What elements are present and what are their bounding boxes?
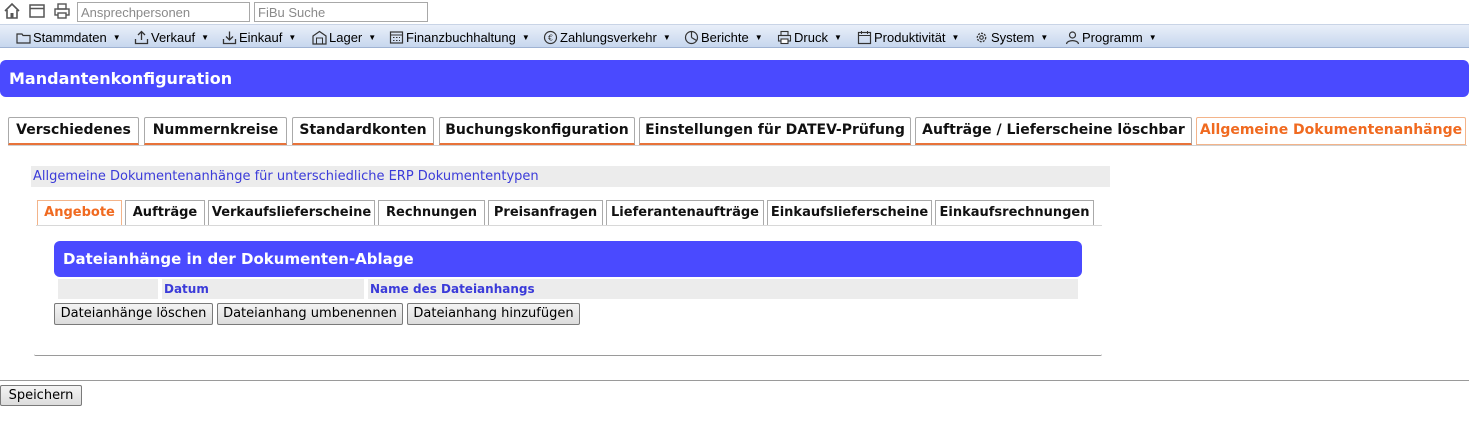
caret-down-icon: ▼ <box>288 32 297 42</box>
subtab-rechnungen[interactable]: Rechnungen <box>378 200 485 226</box>
printer-icon <box>777 30 792 45</box>
panel-bottom-border <box>34 354 1102 356</box>
menu-label: System <box>991 29 1035 45</box>
column-select <box>60 279 158 299</box>
tab-nummernkreise[interactable]: Nummernkreise <box>144 117 287 145</box>
menu-berichte[interactable]: Berichte ▼ <box>684 28 763 46</box>
menu-system[interactable]: System ▼ <box>974 28 1048 46</box>
menu-label: Finanzbuchhaltung <box>406 29 516 45</box>
menu-zahlungsverkehr[interactable]: € Zahlungsverkehr ▼ <box>543 28 671 46</box>
menu-label: Einkauf <box>239 29 283 45</box>
caret-down-icon: ▼ <box>368 32 377 42</box>
panel-title: Allgemeine Dokumentenanhänge für untersc… <box>31 166 1110 187</box>
tab-standardkonten[interactable]: Standardkonten <box>292 117 434 145</box>
menu-label: Programm <box>1082 29 1143 45</box>
save-button[interactable]: Speichern <box>0 385 82 406</box>
caret-down-icon: ▼ <box>833 32 842 42</box>
page-title: Mandantenkonfiguration <box>0 60 1469 97</box>
svg-text:€: € <box>548 33 553 42</box>
subtab-angebote[interactable]: Angebote <box>37 200 122 226</box>
attachments-header: Dateianhänge in der Dokumenten-Ablage <box>54 241 1082 277</box>
user-icon <box>1065 30 1080 45</box>
caret-down-icon: ▼ <box>201 32 210 42</box>
main-menu: Stammdaten ▼ Verkauf ▼ Einkauf ▼ Lager ▼ Fin… <box>0 24 1469 48</box>
menu-label: Produktivität <box>874 29 946 45</box>
attachments-table-header: Datum Name des Dateianhangs <box>58 279 1078 299</box>
download-icon <box>222 30 237 45</box>
menu-druck[interactable]: Druck ▼ <box>777 28 842 46</box>
menu-label: Verkauf <box>151 29 196 45</box>
menu-label: Zahlungsverkehr <box>560 29 657 45</box>
caret-down-icon: ▼ <box>521 32 530 42</box>
upload-icon <box>134 30 149 45</box>
subtab-divider <box>36 225 1102 226</box>
caret-down-icon: ▼ <box>754 32 763 42</box>
top-toolbar <box>0 0 1469 24</box>
menu-label: Berichte <box>701 29 749 45</box>
tab-auftraege-loeschbar[interactable]: Aufträge / Lieferscheine löschbar <box>915 117 1192 145</box>
add-attachment-button[interactable]: Dateianhang hinzufügen <box>407 303 580 325</box>
caret-down-icon: ▼ <box>1040 32 1049 42</box>
menu-programm[interactable]: Programm ▼ <box>1065 28 1157 46</box>
contacts-search-input[interactable] <box>77 2 250 22</box>
window-icon[interactable] <box>28 2 46 20</box>
menu-stammdaten[interactable]: Stammdaten ▼ <box>16 28 121 46</box>
caret-down-icon: ▼ <box>951 32 960 42</box>
gear-icon <box>974 30 989 45</box>
tab-buchungskonfiguration[interactable]: Buchungskonfiguration <box>439 117 635 145</box>
delete-attachments-button[interactable]: Dateianhänge löschen <box>54 303 213 325</box>
fibu-search-input[interactable] <box>254 2 428 22</box>
tab-divider <box>8 145 1467 146</box>
caret-down-icon: ▼ <box>662 32 671 42</box>
home-icon[interactable] <box>3 2 21 20</box>
rename-attachment-button[interactable]: Dateianhang umbenennen <box>217 303 403 325</box>
tab-datev-pruefung[interactable]: Einstellungen für DATEV-Prüfung <box>639 117 911 145</box>
subtab-lieferantenauftraege[interactable]: Lieferantenaufträge <box>606 200 764 226</box>
caret-down-icon: ▼ <box>112 32 121 42</box>
menu-label: Lager <box>329 29 363 45</box>
subtab-einkaufsrechnungen[interactable]: Einkaufsrechnungen <box>935 200 1094 226</box>
calendar-icon <box>857 30 872 45</box>
menu-finanzbuchhaltung[interactable]: Finanzbuchhaltung ▼ <box>389 28 530 46</box>
subtab-einkaufslieferscheine[interactable]: Einkaufslieferscheine <box>767 200 932 226</box>
menu-verkauf[interactable]: Verkauf ▼ <box>134 28 209 46</box>
menu-einkauf[interactable]: Einkauf ▼ <box>222 28 296 46</box>
folder-icon <box>16 30 31 45</box>
column-dateiname[interactable]: Name des Dateianhangs <box>370 279 535 299</box>
subtab-verkaufslieferscheine[interactable]: Verkaufslieferscheine <box>208 200 375 226</box>
tab-verschiedenes[interactable]: Verschiedenes <box>8 117 139 145</box>
column-separator <box>158 279 162 299</box>
calculator-icon <box>389 30 404 45</box>
warehouse-icon <box>312 30 327 45</box>
column-datum[interactable]: Datum <box>164 279 209 299</box>
column-separator <box>364 279 368 299</box>
tab-dokumentenanhaenge[interactable]: Allgemeine Dokumentenanhänge <box>1196 117 1466 145</box>
menu-lager[interactable]: Lager ▼ <box>312 28 376 46</box>
footer-separator <box>0 380 1469 381</box>
subtab-auftraege[interactable]: Aufträge <box>125 200 205 226</box>
printer-icon[interactable] <box>53 2 71 20</box>
menu-label: Stammdaten <box>33 29 107 45</box>
caret-down-icon: ▼ <box>1148 32 1157 42</box>
subtab-preisanfragen[interactable]: Preisanfragen <box>488 200 603 226</box>
euro-icon: € <box>543 30 558 45</box>
menu-label: Druck <box>794 29 828 45</box>
pie-chart-icon <box>684 30 699 45</box>
menu-produktivitaet[interactable]: Produktivität ▼ <box>857 28 959 46</box>
